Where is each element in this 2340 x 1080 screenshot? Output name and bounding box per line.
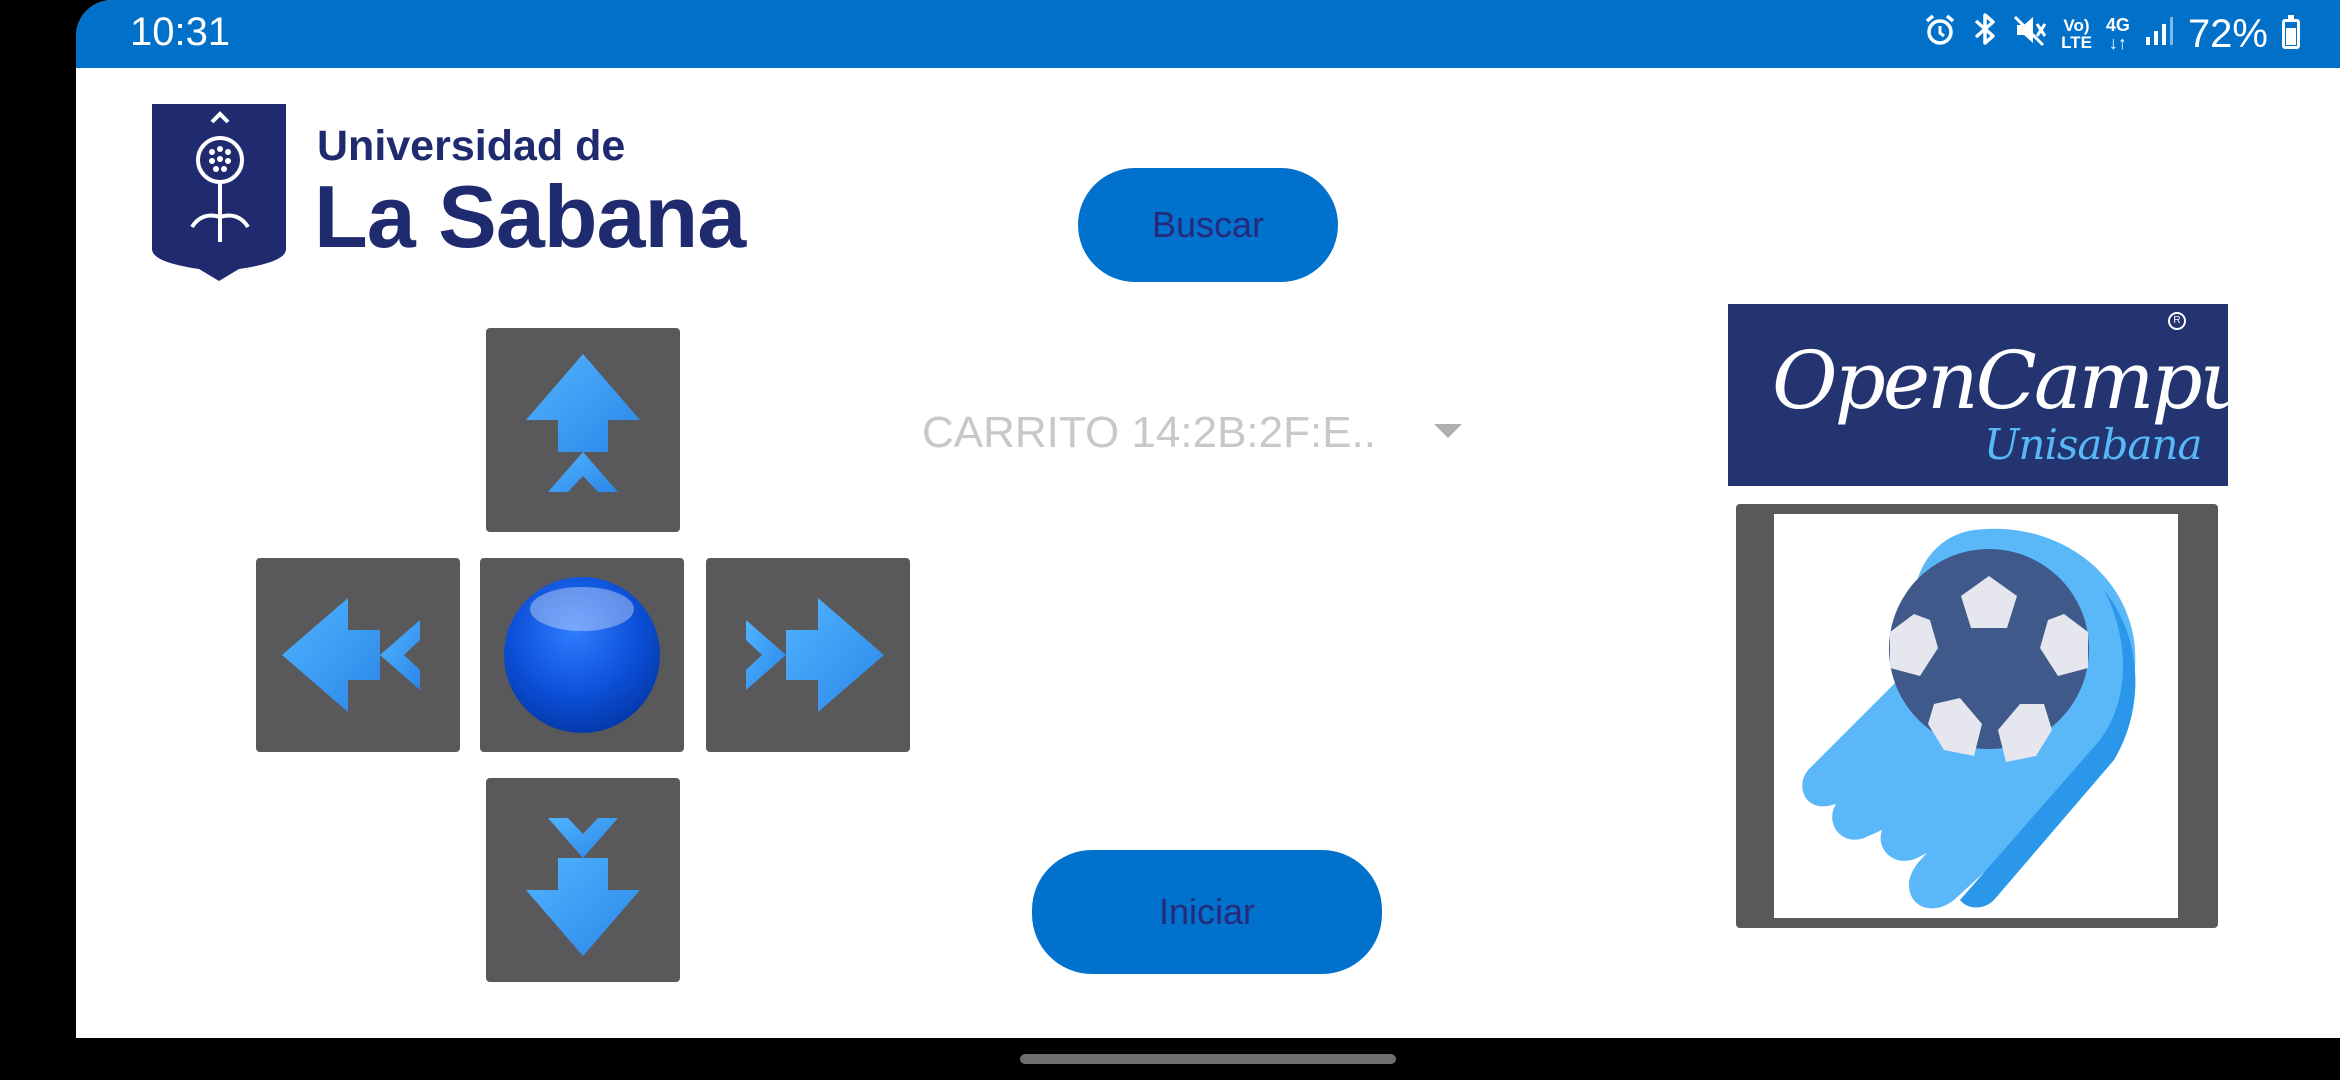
- mute-icon: [2013, 12, 2047, 57]
- move-left-button[interactable]: [256, 558, 460, 752]
- search-button[interactable]: Buscar: [1078, 168, 1338, 282]
- status-bar: 10:31 Vo) LTE 4G ↓↑ 72%: [76, 0, 2340, 68]
- status-time: 10:31: [130, 10, 231, 54]
- volte-icon: Vo) LTE: [2061, 17, 2092, 51]
- soccer-ball-image: [1774, 514, 2178, 918]
- open-campus-title: OpenCampus!: [1772, 334, 2228, 427]
- arrow-right-icon: [746, 598, 884, 712]
- arrow-down-icon: [526, 818, 640, 956]
- bluetooth-icon: [1971, 11, 1999, 57]
- registered-icon: R: [2168, 312, 2186, 330]
- navigation-handle[interactable]: [1020, 1054, 1396, 1064]
- signal-icon: [2144, 12, 2174, 57]
- university-logo: Universidad de La Sabana: [150, 102, 850, 284]
- dropdown-caret-icon: [1434, 424, 1462, 438]
- status-icons: Vo) LTE 4G ↓↑ 72%: [1923, 10, 2300, 58]
- stop-button[interactable]: [480, 558, 684, 752]
- move-down-button[interactable]: [486, 778, 680, 982]
- volte-label: Vo) LTE: [2061, 16, 2092, 52]
- shield-icon: [152, 104, 286, 281]
- network-label: 4G: [2105, 15, 2130, 35]
- start-button[interactable]: Iniciar: [1032, 850, 1382, 974]
- logo-text-line1: Universidad de: [317, 122, 626, 170]
- stop-circle-icon: [504, 577, 660, 733]
- arrow-left-icon: [282, 598, 420, 712]
- move-right-button[interactable]: [706, 558, 910, 752]
- arrow-up-icon: [526, 354, 640, 492]
- open-campus-banner: OpenCampus! Unisabana R: [1728, 304, 2228, 486]
- open-campus-subtitle: Unisabana: [1984, 420, 2202, 469]
- soccer-image-frame: [1736, 504, 2218, 928]
- device-dropdown-value: CARRITO 14:2B:2F:E..: [922, 408, 1377, 457]
- 4g-icon: 4G ↓↑: [2105, 15, 2130, 53]
- device-dropdown[interactable]: CARRITO 14:2B:2F:E..: [922, 400, 1522, 466]
- logo-text-line2: La Sabana: [314, 167, 746, 266]
- move-up-button[interactable]: [486, 328, 680, 532]
- battery-icon: [2282, 15, 2300, 49]
- battery-percent: 72%: [2187, 11, 2268, 56]
- soccer-ball-icon: [1802, 528, 2136, 909]
- app-screen: 10:31 Vo) LTE 4G ↓↑ 72% Universidad de L…: [76, 0, 2340, 1038]
- alarm-icon: [1923, 12, 1957, 57]
